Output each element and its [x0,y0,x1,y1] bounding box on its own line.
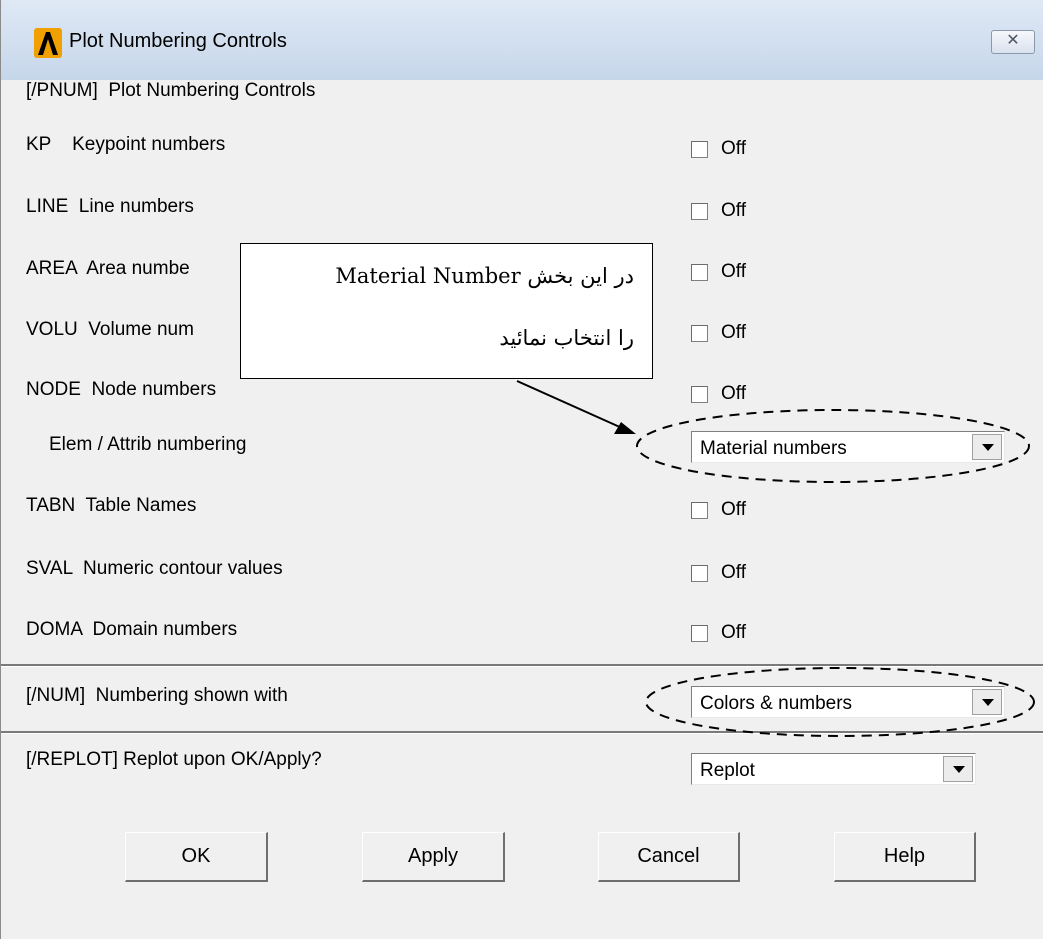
annotation-callout: در این بخش Material Number را انتخاب نما… [240,243,653,379]
highlight-ellipse-num [645,667,1035,737]
annotation-overlay [516,380,1035,737]
callout-line-1: در این بخش Material Number [335,264,634,288]
callout-line-2: را انتخاب نمائید [499,326,634,350]
highlight-ellipse-elem [636,409,1030,483]
callout-arrow-line [516,380,623,429]
arrow-head-icon [614,422,636,434]
